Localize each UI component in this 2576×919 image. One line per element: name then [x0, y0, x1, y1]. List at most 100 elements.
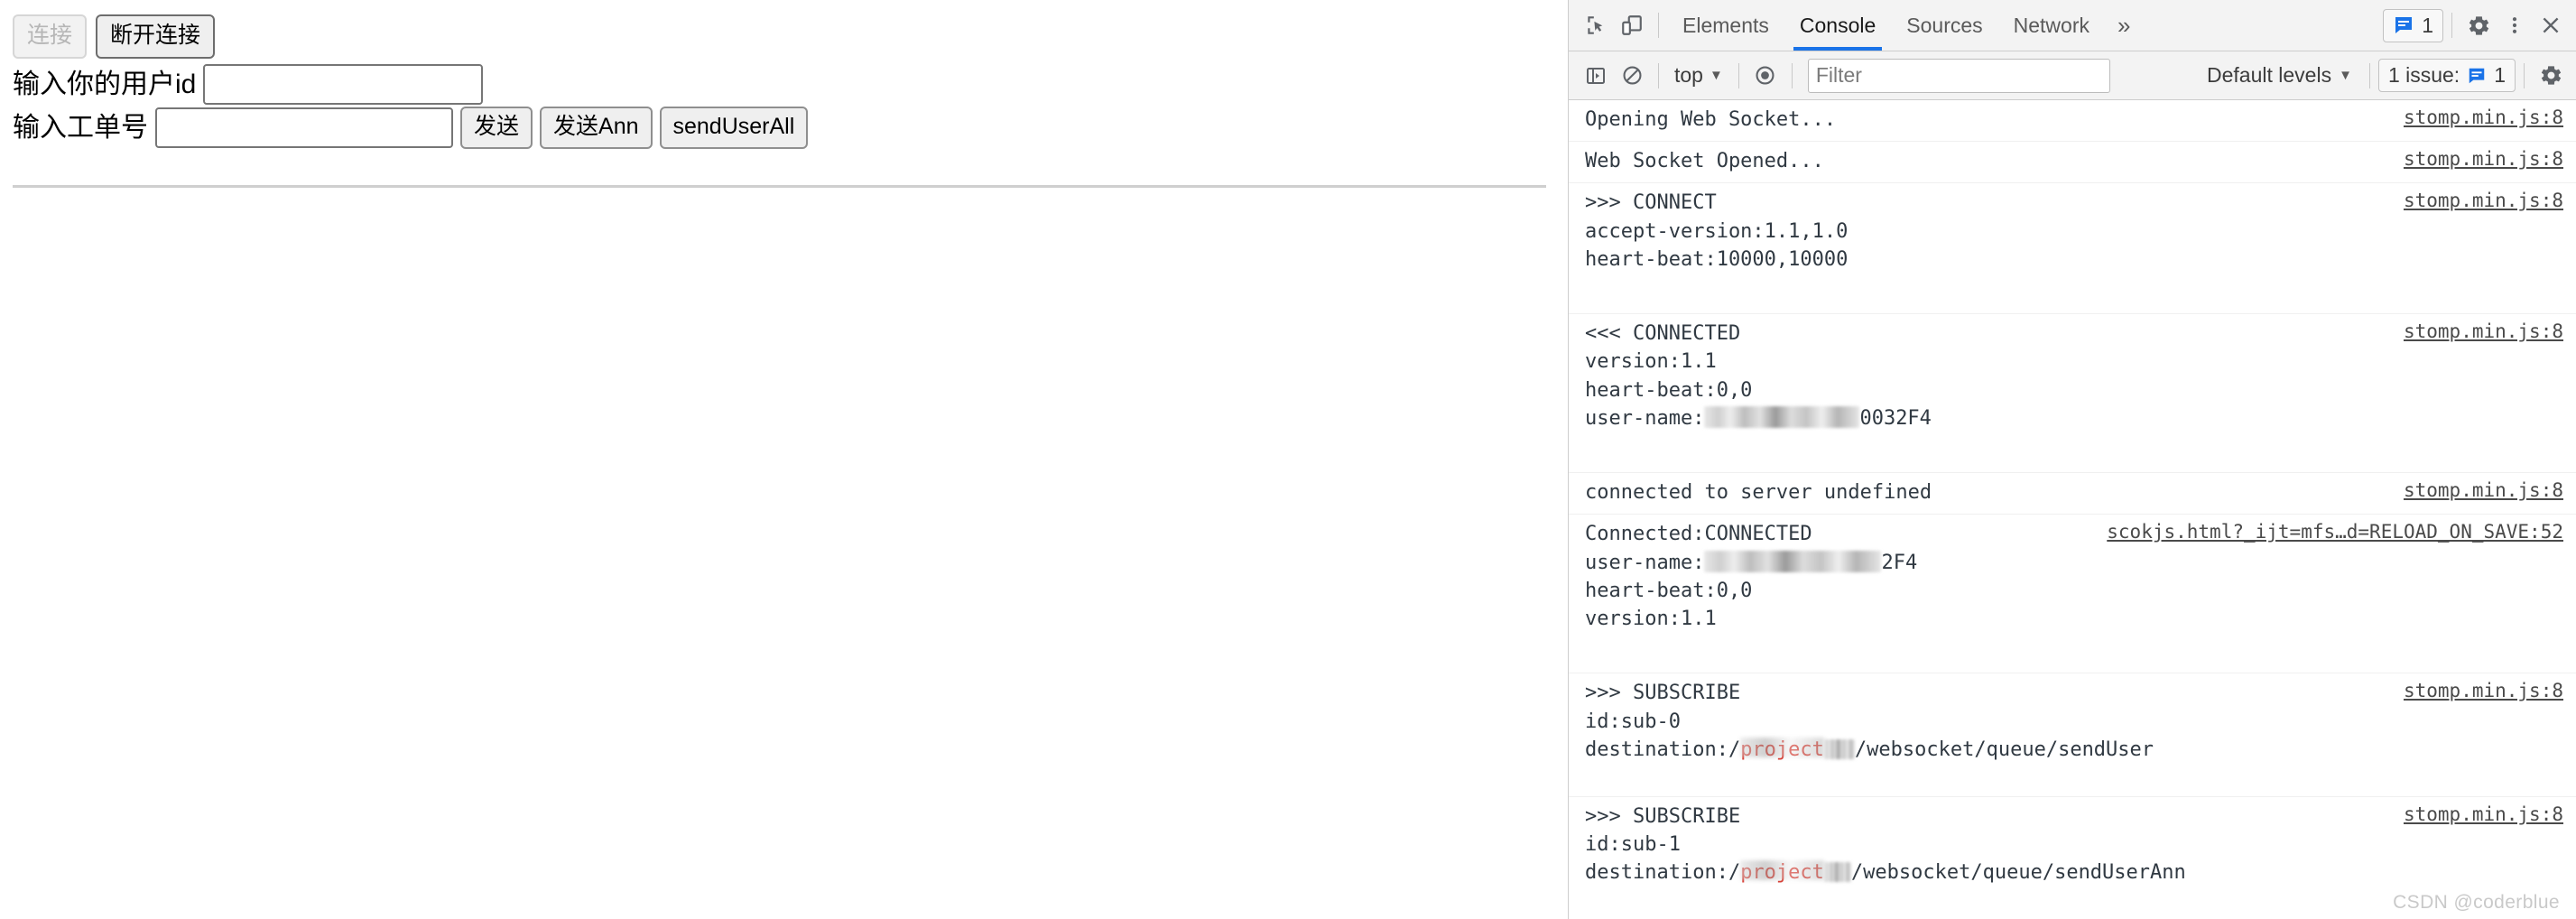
line-2: id:sub-1	[1585, 833, 1681, 857]
console-message-text: >>> SUBSCRIBE id:sub-0 destination:/proj…	[1585, 679, 2393, 764]
path-suffix: /websocket/queue/sendUserAnn	[1850, 861, 2186, 885]
console-message-text: Opening Web Socket...	[1585, 108, 1837, 131]
console-message-source[interactable]: stomp.min.js:8	[2404, 803, 2563, 825]
filterbar-divider-3	[1791, 62, 1793, 88]
send-user-all-button[interactable]: sendUserAll	[659, 107, 809, 149]
line-4: user-name:	[1585, 406, 1705, 430]
redacted-username	[1704, 405, 1860, 428]
chevron-down-icon-levels: ▼	[2339, 68, 2352, 83]
log-levels-value: Default levels	[2207, 63, 2332, 87]
console-message[interactable]: connected to server undefined stomp.min.…	[1569, 473, 2576, 515]
execution-context-select[interactable]: top ▼	[1667, 60, 1730, 90]
console-message-text: <<< CONNECTED version:1.1 heart-beat:0,0…	[1585, 320, 2393, 432]
app-root: 连接 断开连接 输入你的用户id 输入工单号 发送 发送Ann sendUser…	[0, 0, 2576, 919]
line-3: heart-beat:10000,10000	[1585, 247, 1849, 271]
page-content: 连接 断开连接 输入你的用户id 输入工单号 发送 发送Ann sendUser…	[0, 0, 1568, 188]
execution-context-value: top	[1674, 63, 1703, 87]
console-message-text: connected to server undefined	[1585, 481, 1932, 505]
chevron-down-icon: ▼	[1709, 68, 1723, 83]
message-badge-count: 1	[2422, 13, 2433, 37]
console-message-source[interactable]: stomp.min.js:8	[2404, 320, 2563, 342]
tab-network[interactable]: Network	[1998, 0, 2105, 51]
console-message[interactable]: Opening Web Socket... stomp.min.js:8	[1569, 100, 2576, 143]
line-1: <<< CONNECTED	[1585, 322, 1741, 346]
redacted-username-suffix: 2F4	[1881, 551, 1918, 574]
console-message[interactable]: >>> CONNECT accept-version:1.1,1.0 heart…	[1569, 183, 2576, 315]
tab-sources[interactable]: Sources	[1891, 0, 1997, 51]
filterbar-divider-2	[1737, 62, 1739, 88]
devtools-tabbar: Elements Console Sources Network » 1	[1569, 0, 2576, 51]
line-1: >>> SUBSCRIBE	[1585, 682, 1741, 705]
page-divider	[13, 185, 1546, 188]
ticket-input[interactable]	[155, 107, 453, 148]
redacted-path-segment	[1823, 738, 1855, 759]
tab-console[interactable]: Console	[1784, 0, 1891, 51]
more-tabs-chevron-icon[interactable]: »	[2105, 0, 2143, 51]
spellcheck-word-wrap: project	[1740, 736, 1824, 764]
console-message-source[interactable]: stomp.min.js:8	[2404, 478, 2563, 501]
console-message-source[interactable]: stomp.min.js:8	[2404, 147, 2563, 170]
connect-button[interactable]: 连接	[13, 14, 88, 59]
console-message-text: Connected:CONNECTED user-name: 2F4 heart-…	[1585, 520, 2096, 633]
line-3: destination:/	[1585, 861, 1741, 885]
line-4: version:1.1	[1585, 608, 1717, 631]
filterbar-divider-5	[2524, 62, 2525, 88]
clear-console-icon[interactable]	[1614, 58, 1650, 94]
line-2: user-name:	[1585, 551, 1705, 574]
line-1: >>> CONNECT	[1585, 191, 1717, 215]
send-ann-button[interactable]: 发送Ann	[540, 107, 653, 149]
message-badge-button[interactable]: 1	[2383, 8, 2443, 42]
user-id-label: 输入你的用户id	[13, 69, 197, 99]
device-toolbar-icon[interactable]	[1614, 7, 1650, 43]
ticket-row: 输入工单号 发送 发送Ann sendUserAll	[13, 107, 1568, 149]
issue-badge-icon	[2467, 66, 2487, 86]
path-suffix: /websocket/queue/sendUser	[1854, 738, 2154, 761]
line-2: version:1.1	[1585, 350, 1717, 374]
console-message[interactable]: Web Socket Opened... stomp.min.js:8	[1569, 142, 2576, 184]
connection-button-row: 连接 断开连接	[13, 14, 1568, 59]
console-message-list[interactable]: Opening Web Socket... stomp.min.js:8 Web…	[1569, 100, 2576, 919]
console-sidebar-icon[interactable]	[1578, 58, 1614, 94]
spellcheck-word: project	[1740, 738, 1824, 761]
console-message-source[interactable]: stomp.min.js:8	[2404, 679, 2563, 701]
filterbar-divider-1	[1658, 62, 1659, 88]
close-icon[interactable]	[2533, 7, 2569, 43]
devtools-tab-list: Elements Console Sources Network »	[1667, 0, 2143, 51]
gear-icon[interactable]	[2460, 7, 2497, 43]
redacted-username	[1704, 550, 1882, 572]
tabbar-divider	[1658, 13, 1659, 38]
more-options-icon[interactable]	[2497, 7, 2533, 43]
redacted-username-suffix: 0032F4	[1859, 406, 1932, 430]
ticket-label: 输入工单号	[13, 112, 148, 143]
send-button[interactable]: 发送	[460, 107, 533, 149]
console-message[interactable]: <<< CONNECTED version:1.1 heart-beat:0,0…	[1569, 314, 2576, 474]
issues-count: 1	[2494, 63, 2506, 87]
log-levels-select[interactable]: Default levels ▼	[2198, 60, 2361, 90]
tabbar-divider-2	[2451, 13, 2452, 38]
spellcheck-word-wrap: project	[1740, 859, 1824, 887]
web-page-pane: 连接 断开连接 输入你的用户id 输入工单号 发送 发送Ann sendUser…	[0, 0, 1568, 919]
console-settings-gear-icon[interactable]	[2533, 58, 2569, 94]
watermark: CSDN @coderblue	[2393, 892, 2560, 913]
disconnect-button[interactable]: 断开连接	[96, 14, 216, 59]
line-2: accept-version:1.1,1.0	[1585, 219, 1849, 243]
console-message-source[interactable]: stomp.min.js:8	[2404, 106, 2563, 128]
issues-counter-button[interactable]: 1 issue: 1	[2377, 59, 2516, 92]
line-3: heart-beat:0,0	[1585, 579, 1753, 602]
console-message-text: Web Socket Opened...	[1585, 150, 1824, 173]
line-1: >>> SUBSCRIBE	[1585, 804, 1741, 828]
issues-label: 1 issue:	[2387, 63, 2460, 87]
tab-elements[interactable]: Elements	[1667, 0, 1784, 51]
line-2: id:sub-0	[1585, 710, 1681, 733]
console-message[interactable]: >>> SUBSCRIBE id:sub-0 destination:/proj…	[1569, 673, 2576, 797]
redacted-path-segment	[1823, 862, 1851, 883]
console-filter-input[interactable]	[1807, 58, 2110, 93]
console-message[interactable]: Connected:CONNECTED user-name: 2F4 heart-…	[1569, 515, 2576, 674]
console-message-source[interactable]: stomp.min.js:8	[2404, 189, 2563, 211]
live-expression-icon[interactable]	[1747, 58, 1784, 94]
user-id-input[interactable]	[203, 64, 484, 105]
console-message-text: >>> SUBSCRIBE id:sub-1 destination:/proj…	[1585, 803, 2393, 887]
inspect-element-icon[interactable]	[1578, 7, 1614, 43]
console-message-source[interactable]: scokjs.html?_ijt=mfs…d=RELOAD_ON_SAVE:52	[2107, 520, 2563, 543]
console-message-text: >>> CONNECT accept-version:1.1,1.0 heart…	[1585, 189, 2393, 274]
